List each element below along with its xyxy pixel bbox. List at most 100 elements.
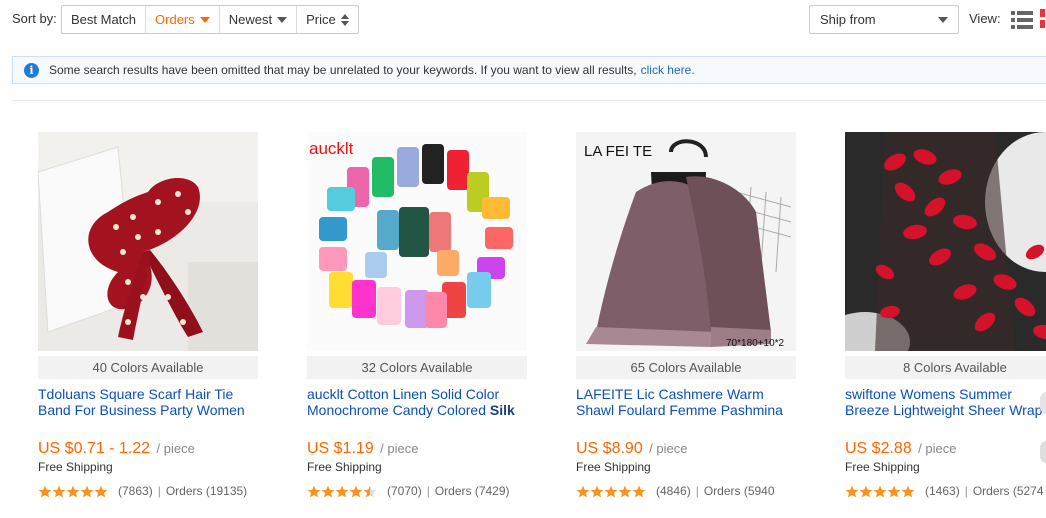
product-image[interactable] bbox=[845, 132, 1046, 351]
star-icon bbox=[321, 485, 335, 497]
star-icon bbox=[349, 485, 363, 497]
price-unit: / piece bbox=[156, 441, 195, 456]
rating-row: (1463) | Orders (5274 bbox=[845, 484, 1044, 498]
product-title-line2: Breeze Lightweight Sheer Wrap bbox=[845, 402, 1046, 418]
star-icon bbox=[80, 485, 94, 497]
sort-newest-label: Newest bbox=[228, 12, 273, 27]
review-count[interactable]: (4846) bbox=[656, 484, 691, 498]
sort-toolbar: Sort by: Best Match Orders Newest Price … bbox=[0, 0, 1046, 40]
price-unit: / piece bbox=[380, 441, 419, 456]
review-count[interactable]: (7070) bbox=[387, 484, 422, 498]
product-card[interactable]: LA FEI TE 70*180+10*2 65 Colors Availabl… bbox=[576, 132, 796, 512]
notice-text: Some search results have been omitted th… bbox=[49, 63, 637, 77]
product-title-line2-text: Shawl Foulard Femme Pashmina bbox=[576, 402, 783, 418]
star-icon bbox=[66, 485, 80, 497]
colors-available[interactable]: 40 Colors Available bbox=[38, 356, 258, 379]
scroll-right-button-secondary[interactable] bbox=[1040, 441, 1046, 463]
sort-updown-icon bbox=[340, 13, 349, 26]
price-row: US $2.88 / piece bbox=[845, 440, 956, 458]
image-brand-text: aucklt bbox=[309, 139, 354, 158]
product-title-line2: Shawl Foulard Femme Pashmina bbox=[576, 402, 796, 418]
image-brand-text: LA FEI TE bbox=[584, 143, 652, 160]
sort-best-match-button[interactable]: Best Match bbox=[62, 6, 147, 33]
sort-newest-button[interactable]: Newest bbox=[220, 6, 298, 33]
star-icon bbox=[52, 485, 66, 497]
star-icon bbox=[38, 485, 52, 497]
colors-available[interactable]: 32 Colors Available bbox=[307, 356, 527, 379]
omitted-results-notice: i Some search results have been omitted … bbox=[12, 56, 1046, 84]
order-count[interactable]: Orders (7429) bbox=[435, 484, 510, 498]
order-count[interactable]: Orders (5274 bbox=[973, 484, 1044, 498]
chevron-down-icon bbox=[199, 16, 210, 23]
star-rating[interactable] bbox=[576, 485, 646, 498]
review-count[interactable]: (1463) bbox=[925, 484, 960, 498]
free-shipping: Free Shipping bbox=[845, 460, 920, 474]
separator: | bbox=[695, 484, 699, 498]
star-icon bbox=[901, 485, 915, 497]
product-title-line2: Band For Business Party Women bbox=[38, 402, 258, 418]
product-title-line2-text: Breeze Lightweight Sheer Wrap bbox=[845, 402, 1043, 418]
scroll-right-button[interactable] bbox=[1040, 392, 1046, 414]
order-count[interactable]: Orders (5940 bbox=[704, 484, 775, 498]
info-icon: i bbox=[24, 62, 39, 78]
product-title[interactable]: aucklt Cotton Linen Solid Color Monochro… bbox=[307, 386, 527, 418]
product-image[interactable]: aucklt bbox=[307, 132, 527, 351]
product-title-line1: aucklt Cotton Linen Solid Color bbox=[307, 386, 500, 402]
rating-row: (4846) | Orders (5940 bbox=[576, 484, 775, 498]
product-title[interactable]: swiftone Womens Summer Breeze Lightweigh… bbox=[845, 386, 1046, 418]
chevron-down-icon bbox=[277, 16, 288, 23]
ship-from-label: Ship from bbox=[820, 12, 876, 27]
divider bbox=[12, 100, 1046, 101]
product-price: US $1.19 bbox=[307, 440, 374, 457]
price-unit: / piece bbox=[649, 441, 688, 456]
free-shipping: Free Shipping bbox=[38, 460, 113, 474]
product-title-line1: Tdoluans Square Scarf Hair Tie bbox=[38, 386, 234, 402]
price-row: US $1.19 / piece bbox=[307, 440, 418, 458]
product-price: US $0.71 - 1.22 bbox=[38, 440, 151, 457]
view-all-results-link[interactable]: click here. bbox=[641, 63, 695, 77]
product-card[interactable]: 8 Colors Available swiftone Womens Summe… bbox=[845, 132, 1046, 512]
price-row: US $8.90 / piece bbox=[576, 440, 687, 458]
product-title-line2-text: Band For Business Party Women bbox=[38, 402, 245, 418]
colors-available[interactable]: 65 Colors Available bbox=[576, 356, 796, 379]
star-icon bbox=[873, 485, 887, 497]
sort-orders-button[interactable]: Orders bbox=[146, 6, 220, 33]
product-price: US $2.88 bbox=[845, 440, 912, 457]
star-icon bbox=[307, 485, 321, 497]
image-size-caption: 70*180+10*2 bbox=[726, 338, 785, 349]
grid-view-icon[interactable] bbox=[1040, 9, 1046, 29]
product-title-line1: LAFEITE Lic Cashmere Warm bbox=[576, 386, 764, 402]
separator: | bbox=[157, 484, 161, 498]
star-icon bbox=[859, 485, 873, 497]
rating-row: (7070) | Orders (7429) bbox=[307, 484, 510, 498]
colors-available[interactable]: 8 Colors Available bbox=[845, 356, 1046, 379]
product-card[interactable]: aucklt 32 Colors Available aucklt Cotton… bbox=[307, 132, 527, 512]
product-title[interactable]: LAFEITE Lic Cashmere Warm Shawl Foulard … bbox=[576, 386, 796, 418]
ship-from-select[interactable]: Ship from bbox=[809, 5, 959, 34]
view-label: View: bbox=[969, 11, 1001, 26]
free-shipping: Free Shipping bbox=[576, 460, 651, 474]
price-row: US $0.71 - 1.22 / piece bbox=[38, 440, 195, 458]
sort-best-match-label: Best Match bbox=[71, 12, 137, 27]
product-card[interactable]: 40 Colors Available Tdoluans Square Scar… bbox=[38, 132, 258, 512]
product-title[interactable]: Tdoluans Square Scarf Hair Tie Band For … bbox=[38, 386, 258, 418]
product-title-line2-text: Monochrome Candy Colored bbox=[307, 402, 486, 418]
list-view-icon[interactable] bbox=[1011, 11, 1033, 29]
separator: | bbox=[964, 484, 968, 498]
star-icon bbox=[590, 485, 604, 497]
product-price: US $8.90 bbox=[576, 440, 643, 457]
review-count[interactable]: (7863) bbox=[118, 484, 153, 498]
star-rating[interactable] bbox=[845, 485, 915, 498]
star-icon bbox=[604, 485, 618, 497]
star-icon bbox=[335, 485, 349, 497]
order-count[interactable]: Orders (19135) bbox=[166, 484, 247, 498]
sort-price-button[interactable]: Price bbox=[297, 6, 358, 33]
product-image[interactable]: LA FEI TE 70*180+10*2 bbox=[576, 132, 796, 351]
free-shipping: Free Shipping bbox=[307, 460, 382, 474]
star-rating[interactable] bbox=[307, 485, 377, 498]
star-rating[interactable] bbox=[38, 485, 108, 498]
chevron-down-icon bbox=[938, 17, 948, 23]
sort-price-label: Price bbox=[306, 12, 336, 27]
star-icon bbox=[845, 485, 859, 497]
product-image[interactable] bbox=[38, 132, 258, 351]
